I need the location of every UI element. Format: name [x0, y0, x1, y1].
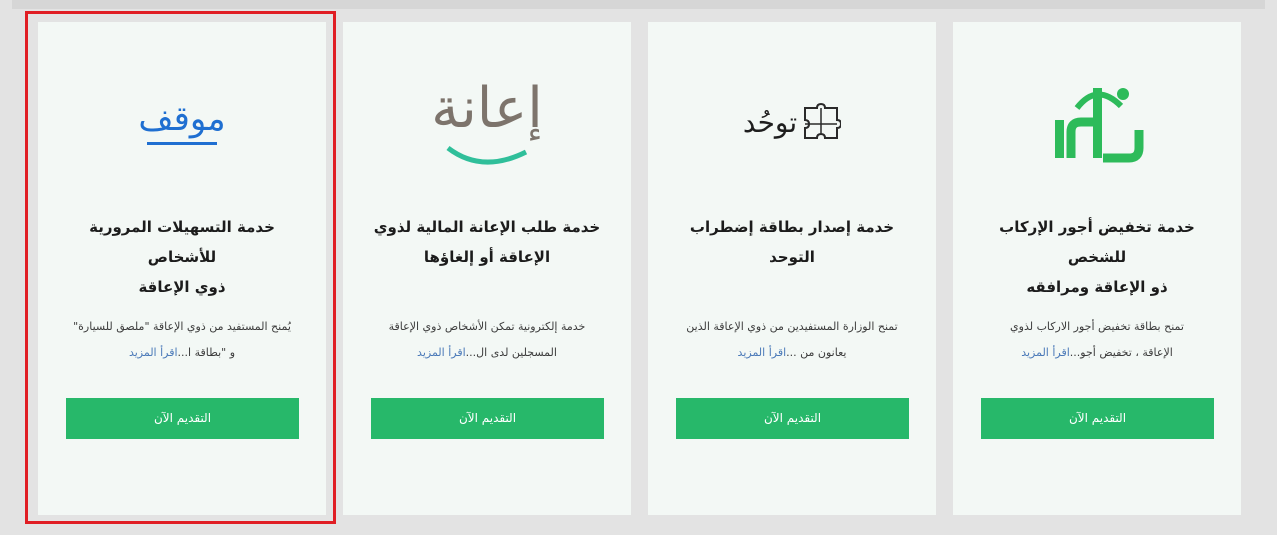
apply-now-button[interactable]: التقديم الآن [371, 398, 604, 439]
iana-logo: إعانة [343, 62, 631, 182]
service-title: خدمة طلب الإعانة المالية لذوي الإعاقة أو… [373, 218, 601, 266]
service-description: خدمة إلكترونية تمكن الأشخاص ذوي الإعاقة … [388, 320, 586, 359]
iana-logo-text: إعانة [431, 76, 543, 141]
read-more-link[interactable]: اقرأ المزيد [738, 346, 787, 359]
service-card-autism: توحُد خدمة إصدار بطاقة إضطراب التوحد تمن… [648, 22, 936, 515]
service-description: يُمنح المستفيد من ذوي الإعاقة "ملصق للسي… [73, 320, 291, 359]
irkab-logo-icon [1055, 88, 1144, 163]
mawqif-logo: موقف [38, 62, 326, 182]
service-description: تمنح الوزارة المستفيدين من ذوي الإعاقة ا… [686, 320, 898, 359]
read-more-link[interactable]: اقرأ المزيد [129, 346, 178, 359]
mawqif-logo-icon [147, 142, 217, 145]
read-more-link[interactable]: اقرأ المزيد [1021, 346, 1070, 359]
apply-now-button[interactable]: التقديم الآن [676, 398, 909, 439]
read-more-link[interactable]: اقرأ المزيد [417, 346, 466, 359]
autism-logo: توحُد [648, 62, 936, 182]
service-card-irkab: خدمة تخفيض أجور الإركاب للشخص ذو الإعاقة… [953, 22, 1241, 515]
puzzle-icon [804, 102, 842, 139]
service-description: تمنح بطاقة تخفيض أجور الاركاب لذوي الإعا… [1010, 320, 1184, 359]
mawqif-logo-text: موقف [138, 99, 226, 139]
service-title: خدمة تخفيض أجور الإركاب للشخص ذو الإعاقة… [999, 218, 1195, 296]
service-title: خدمة التسهيلات المرورية للأشخاص ذوي الإع… [89, 218, 275, 296]
apply-now-button[interactable]: التقديم الآن [66, 398, 299, 439]
service-card-mawqif: موقف خدمة التسهيلات المرورية للأشخاص ذوي… [38, 22, 326, 515]
apply-now-button[interactable]: التقديم الآن [981, 398, 1214, 439]
iana-logo-icon [446, 145, 528, 165]
autism-logo-text: توحُد [742, 105, 798, 139]
service-card-iana: إعانة خدمة طلب الإعانة المالية لذوي الإع… [343, 22, 631, 515]
services-row: خدمة تخفيض أجور الإركاب للشخص ذو الإعاقة… [0, 0, 1277, 535]
irkab-logo [953, 62, 1241, 182]
service-title: خدمة إصدار بطاقة إضطراب التوحد [689, 218, 895, 266]
